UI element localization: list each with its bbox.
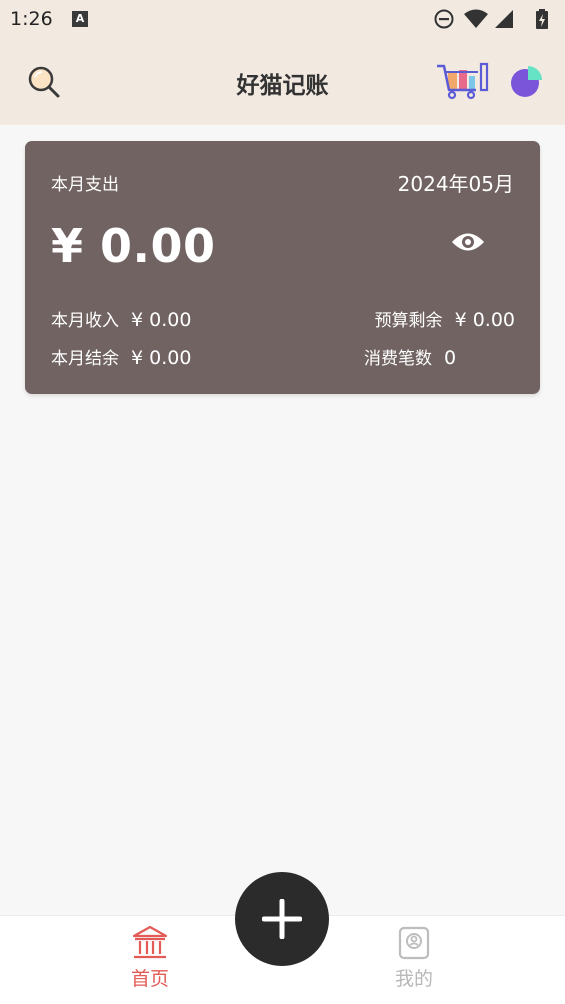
app-screen: 1:26 A 好猫记账 本月支出 2024年05月 ¥ 0.00 本月收入 ¥ … bbox=[0, 0, 565, 1004]
budget-row: 预算剩余 ¥ 0.00 bbox=[375, 306, 515, 331]
status-bar: 1:26 A bbox=[0, 0, 565, 38]
shopping-cart-icon bbox=[437, 62, 489, 100]
signal-icon bbox=[495, 10, 513, 28]
income-value: ¥ 0.00 bbox=[131, 309, 192, 331]
nav-label-home: 首页 bbox=[130, 968, 169, 990]
income-row: 本月收入 ¥ 0.00 bbox=[51, 306, 191, 331]
statistics-button[interactable] bbox=[508, 64, 544, 100]
dnd-icon bbox=[434, 9, 454, 29]
nav-item-home[interactable]: 首页 bbox=[110, 924, 190, 991]
balance-label: 本月结余 bbox=[51, 349, 119, 369]
home-bank-icon bbox=[132, 925, 168, 959]
app-header: 好猫记账 bbox=[0, 38, 565, 125]
expense-label: 本月支出 bbox=[51, 175, 119, 195]
toggle-visibility-button[interactable] bbox=[451, 229, 485, 255]
nav-label-mine: 我的 bbox=[394, 968, 433, 990]
month-selector[interactable]: 2024年05月 bbox=[398, 168, 514, 197]
balance-row: 本月结余 ¥ 0.00 bbox=[51, 344, 191, 369]
add-record-button[interactable] bbox=[235, 872, 329, 966]
pie-chart-icon bbox=[511, 66, 542, 97]
status-time: 1:26 bbox=[10, 8, 53, 30]
nav-item-mine[interactable]: 我的 bbox=[374, 924, 454, 991]
shopping-cart-button[interactable] bbox=[434, 60, 492, 102]
battery-icon bbox=[536, 9, 548, 29]
budget-label: 预算剩余 bbox=[374, 311, 443, 331]
income-label: 本月收入 bbox=[51, 311, 119, 331]
monthly-summary-card[interactable]: 本月支出 2024年05月 ¥ 0.00 本月收入 ¥ 0.00 预算剩余 ¥ 0.… bbox=[25, 141, 540, 394]
profile-icon bbox=[398, 926, 430, 960]
count-value: 0 bbox=[444, 347, 457, 369]
count-label: 消费笔数 bbox=[364, 349, 432, 369]
eye-icon bbox=[452, 233, 484, 251]
count-row: 消费笔数 0 bbox=[364, 344, 456, 369]
wifi-icon bbox=[464, 9, 488, 28]
plus-icon bbox=[262, 899, 302, 939]
budget-value: ¥ 0.00 bbox=[454, 309, 515, 331]
balance-value: ¥ 0.00 bbox=[131, 347, 192, 369]
notification-icon: A bbox=[72, 11, 88, 27]
expense-amount: ¥ 0.00 bbox=[51, 219, 216, 273]
